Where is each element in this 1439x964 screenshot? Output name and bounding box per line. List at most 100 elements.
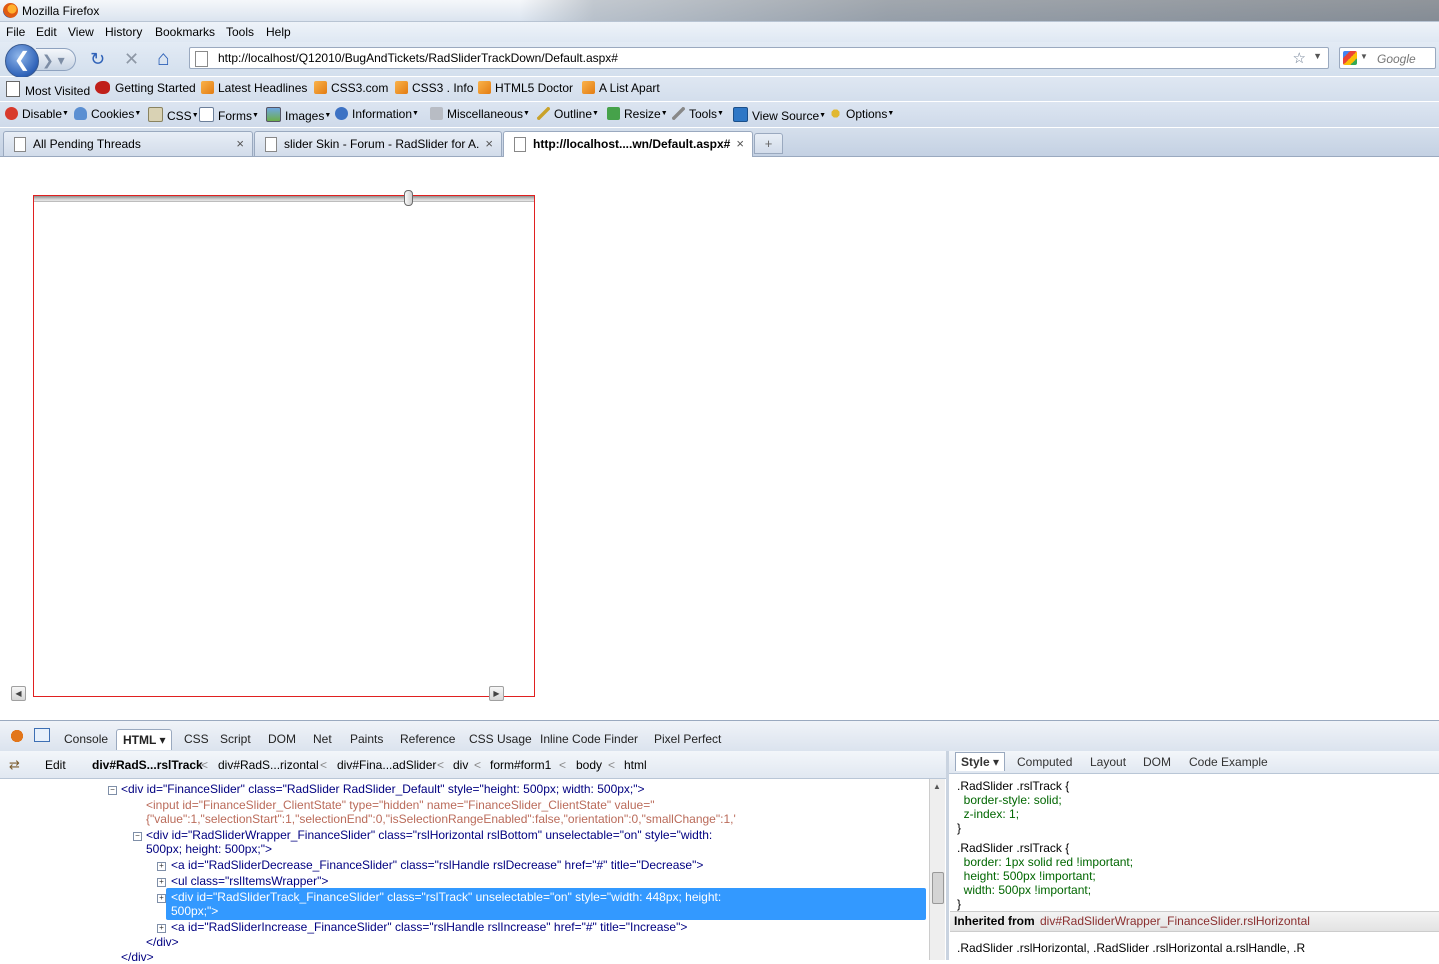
stop-icon[interactable]: ✕ <box>124 49 139 69</box>
html-node[interactable]: {"value":1,"selectionStart":1,"selection… <box>146 812 736 826</box>
html-node[interactable]: <a id="RadSliderDecrease_FinanceSlider" … <box>171 858 703 872</box>
bookmark-latest-headlines[interactable]: Latest Headlines <box>201 81 307 95</box>
css-property[interactable]: z-index: 1; <box>957 807 1019 821</box>
css-selector[interactable]: .RadSlider .rslTrack { <box>957 841 1069 855</box>
expand-toggle[interactable]: + <box>157 878 166 887</box>
slider-increase-button[interactable]: ▶ <box>489 686 504 701</box>
breadcrumb-div[interactable]: div <box>453 758 468 772</box>
html-node[interactable]: 500px; height: 500px;"> <box>146 842 272 856</box>
scroll-up-icon[interactable]: ▲ <box>933 782 941 791</box>
engine-dropdown-icon[interactable]: ▼ <box>1360 52 1368 61</box>
firebug-tab-css[interactable]: CSS <box>184 732 209 746</box>
html-node[interactable]: <a id="RadSliderIncrease_FinanceSlider" … <box>171 920 687 934</box>
bookmark-css3-com[interactable]: CSS3.com <box>314 81 388 95</box>
html-node[interactable]: <div id="FinanceSlider" class="RadSlider… <box>121 782 645 796</box>
firebug-tab-reference[interactable]: Reference <box>400 732 455 746</box>
slider-decrease-button[interactable]: ◀ <box>11 686 26 701</box>
firebug-tab-paints[interactable]: Paints <box>350 732 383 746</box>
url-bar[interactable]: http://localhost/Q12010/BugAndTickets/Ra… <box>189 47 1329 69</box>
html-node[interactable]: <input id="FinanceSlider_ClientState" ty… <box>146 798 654 812</box>
breadcrumb-html[interactable]: html <box>624 758 647 772</box>
slider-track[interactable] <box>34 196 534 202</box>
side-tab-computed[interactable]: Computed <box>1017 755 1072 769</box>
css-property[interactable]: border: 1px solid red !important; <box>957 855 1133 869</box>
side-tab-code-example[interactable]: Code Example <box>1189 755 1268 769</box>
expand-toggle[interactable]: + <box>157 862 166 871</box>
html-node[interactable]: </div> <box>121 950 154 964</box>
css-property[interactable]: border-style: solid; <box>957 793 1062 807</box>
side-tab-dom[interactable]: DOM <box>1143 755 1171 769</box>
webdev-view-source[interactable]: View Source▼ <box>733 107 826 123</box>
bookmark-most-visited[interactable]: Most Visited <box>6 81 90 98</box>
close-icon[interactable]: × <box>485 136 493 151</box>
bookmark-css3-info[interactable]: CSS3 . Info <box>395 81 473 95</box>
collapse-toggle[interactable]: − <box>133 832 142 841</box>
url-dropdown-icon[interactable]: ▼ <box>1313 51 1322 61</box>
tab-all-pending-threads[interactable]: All Pending Threads × <box>3 131 253 156</box>
menu-tools[interactable]: Tools <box>226 25 254 39</box>
url-text[interactable]: http://localhost/Q12010/BugAndTickets/Ra… <box>218 51 618 65</box>
bookmark-star-icon[interactable]: ☆ <box>1293 49 1306 67</box>
menu-help[interactable]: Help <box>266 25 291 39</box>
webdev-disable[interactable]: Disable▼ <box>5 107 69 121</box>
firebug-tab-net[interactable]: Net <box>313 732 332 746</box>
html-node[interactable]: <div id="RadSliderWrapper_FinanceSlider"… <box>146 828 712 842</box>
new-tab-button[interactable]: + <box>754 133 783 154</box>
css-property[interactable]: width: 500px !important; <box>957 883 1091 897</box>
menu-file[interactable]: File <box>6 25 25 39</box>
reload-icon[interactable]: ↻ <box>90 49 105 69</box>
html-node[interactable]: </div> <box>146 935 179 949</box>
css-selector[interactable]: .RadSlider .rslTrack { <box>957 779 1069 793</box>
bookmark-html5-doctor[interactable]: HTML5 Doctor <box>478 81 573 95</box>
menu-history[interactable]: History <box>105 25 142 39</box>
firebug-tab-dom[interactable]: DOM <box>268 732 296 746</box>
html-pane-scrollbar[interactable]: ▲ <box>929 779 945 960</box>
menu-bookmarks[interactable]: Bookmarks <box>155 25 215 39</box>
inherited-selector-link[interactable]: div#RadSliderWrapper_FinanceSlider.rslHo… <box>1040 914 1310 928</box>
search-bar[interactable]: ▼ Google <box>1339 47 1436 69</box>
html-node-selected[interactable]: <div id="RadSliderTrack_FinanceSlider" c… <box>171 890 721 904</box>
firebug-icon[interactable] <box>7 727 27 745</box>
expand-toggle[interactable]: + <box>157 894 166 903</box>
webdev-forms[interactable]: Forms▼ <box>199 107 259 123</box>
slider-handle[interactable] <box>404 190 413 206</box>
close-icon[interactable]: × <box>736 136 744 151</box>
menu-edit[interactable]: Edit <box>36 25 57 39</box>
bookmark-a-list-apart[interactable]: A List Apart <box>582 81 660 95</box>
webdev-cookies[interactable]: Cookies▼ <box>74 107 141 121</box>
forward-button[interactable]: ❯ ▾ <box>36 48 76 71</box>
firebug-tab-inline-code-finder[interactable]: Inline Code Finder <box>540 732 638 746</box>
webdev-images[interactable]: Images▼ <box>266 107 331 123</box>
breadcrumb-body[interactable]: body <box>576 758 602 772</box>
html-node-selected[interactable]: 500px;"> <box>171 904 218 918</box>
side-tab-layout[interactable]: Layout <box>1090 755 1126 769</box>
css-selector[interactable]: .RadSlider .rslHorizontal, .RadSlider .r… <box>957 941 1439 955</box>
search-input[interactable]: Google <box>1377 52 1416 66</box>
firebug-tab-script[interactable]: Script <box>220 732 251 746</box>
bookmark-getting-started[interactable]: Getting Started <box>95 81 196 95</box>
breadcrumb-horizontal[interactable]: div#RadS...rizontal <box>218 758 319 772</box>
firebug-tab-pixel-perfect[interactable]: Pixel Perfect <box>654 732 721 746</box>
edit-button[interactable]: Edit <box>45 758 66 772</box>
expand-toggle[interactable]: + <box>157 924 166 933</box>
webdev-css[interactable]: CSS▼ <box>148 107 199 123</box>
google-engine-icon[interactable] <box>1343 51 1357 65</box>
back-button[interactable]: ❮ <box>5 44 39 78</box>
webdev-resize[interactable]: Resize▼ <box>607 107 668 121</box>
inspect-icon[interactable] <box>34 728 50 742</box>
webdev-outline[interactable]: Outline▼ <box>537 107 599 121</box>
scrollbar-thumb[interactable] <box>932 872 944 904</box>
collapse-toggle[interactable]: − <box>108 786 117 795</box>
css-property[interactable]: height: 500px !important; <box>957 869 1096 883</box>
breadcrumb-form[interactable]: form#form1 <box>490 758 551 772</box>
firebug-tab-html[interactable]: HTML ▾ <box>116 729 173 750</box>
webdev-options[interactable]: Options▼ <box>829 107 894 121</box>
webdev-tools[interactable]: Tools▼ <box>672 107 724 121</box>
close-icon[interactable]: × <box>236 136 244 151</box>
side-tab-style[interactable]: Style ▾ <box>955 752 1006 771</box>
tab-default-aspx[interactable]: http://localhost....wn/Default.aspx# × <box>503 131 753 157</box>
webdev-information[interactable]: Information▼ <box>335 107 419 121</box>
breadcrumb-financeslider[interactable]: div#Fina...adSlider <box>337 758 436 772</box>
expand-icon[interactable]: ⇄ <box>9 757 20 773</box>
firebug-tab-console[interactable]: Console <box>64 732 108 746</box>
